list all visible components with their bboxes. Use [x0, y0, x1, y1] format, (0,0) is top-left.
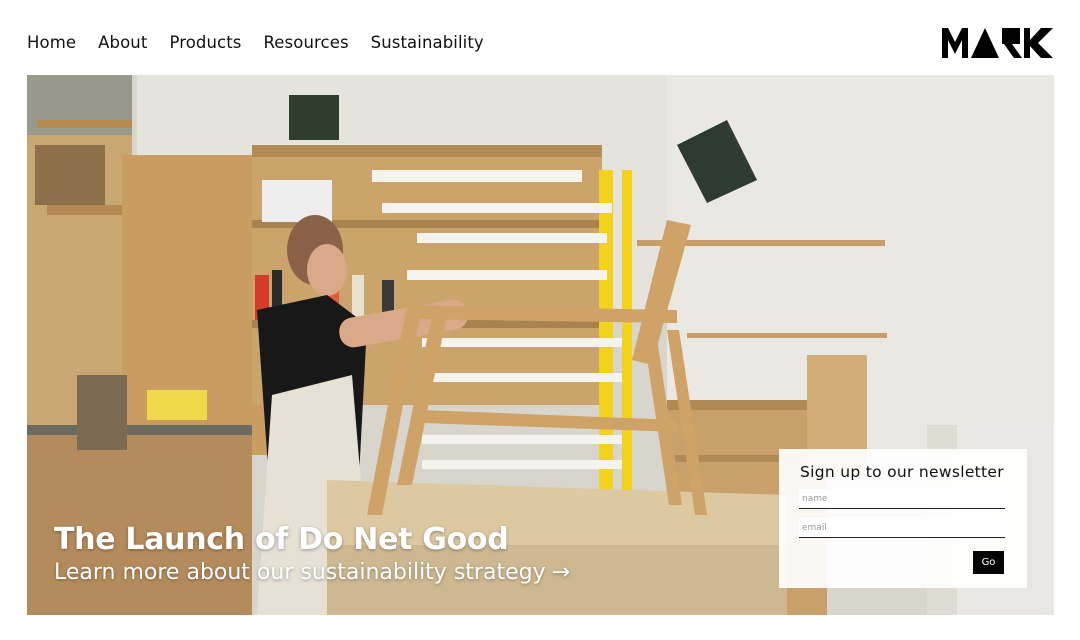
mark-logo[interactable] [942, 28, 1053, 58]
sustainability-strategy-link[interactable]: Learn more about our sustainability stra… [54, 560, 570, 585]
top-navigation: Home About Products Resources Sustainabi… [0, 0, 1080, 75]
mark-logo-mark [942, 28, 1053, 58]
nav-products[interactable]: Products [169, 31, 241, 55]
hero-banner: The Launch of Do Net Good Learn more abo… [27, 75, 1054, 615]
nav-about[interactable]: About [98, 31, 147, 55]
nav-resources[interactable]: Resources [263, 31, 348, 55]
name-field[interactable] [799, 489, 1005, 509]
hero-link-label: Learn more about our sustainability stra… [54, 560, 546, 585]
nav-home[interactable]: Home [27, 31, 76, 55]
hero-title: The Launch of Do Net Good [54, 522, 509, 557]
nav-sustainability[interactable]: Sustainability [371, 31, 484, 55]
arrow-right-icon: → [551, 560, 571, 585]
newsletter-title: Sign up to our newsletter [800, 463, 1004, 481]
main-nav: Home About Products Resources Sustainabi… [27, 31, 506, 55]
go-button[interactable]: Go [973, 551, 1004, 574]
newsletter-signup: Sign up to our newsletter Go [779, 449, 1027, 588]
email-field[interactable] [799, 518, 1005, 538]
